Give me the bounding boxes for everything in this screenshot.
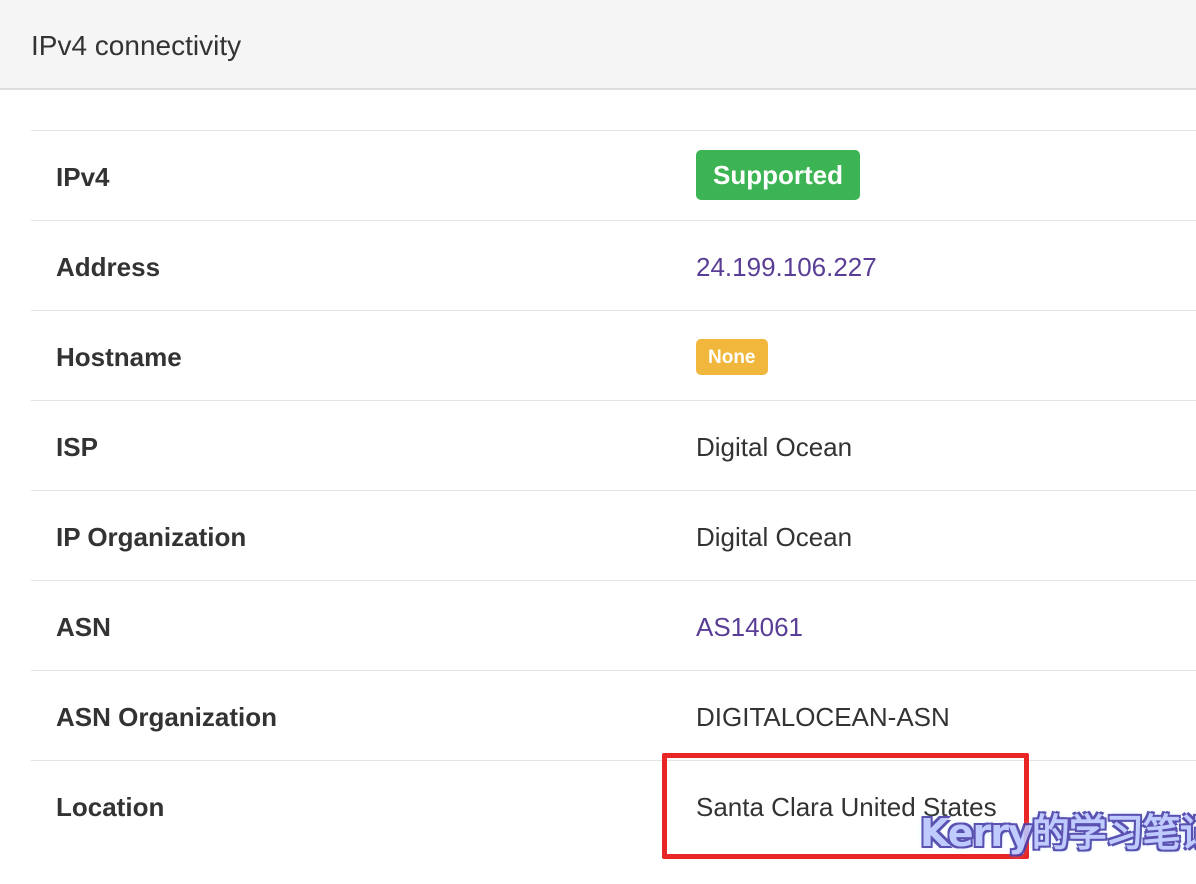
ip-organization-label: IP Organization <box>56 522 247 552</box>
table-row-location: Location Santa Clara United States <box>31 761 1196 850</box>
location-value: Santa Clara United States <box>696 792 997 822</box>
table-row-ipv4: IPv4 Supported <box>31 131 1196 221</box>
hostname-value-cell: None <box>696 311 768 400</box>
asn-value-cell: AS14061 <box>696 581 803 670</box>
ipv4-value-cell: Supported <box>696 131 860 220</box>
ip-organization-value: Digital Ocean <box>696 522 853 552</box>
table-row-asn-organization: ASN Organization DIGITALOCEAN-ASN <box>31 671 1196 761</box>
none-badge: None <box>696 338 768 375</box>
panel-title: IPv4 connectivity <box>0 0 1196 90</box>
ipv4-connectivity-panel: IPv4 connectivity IPv4 Supported Address… <box>0 0 1196 884</box>
address-label: Address <box>56 252 161 282</box>
address-value-cell: 24.199.106.227 <box>696 221 877 310</box>
table-row-address: Address 24.199.106.227 <box>31 221 1196 311</box>
connectivity-table: IPv4 Supported Address 24.199.106.227 Ho… <box>31 130 1196 850</box>
isp-value: Digital Ocean <box>696 432 853 462</box>
hostname-label: Hostname <box>56 342 182 372</box>
isp-label: ISP <box>56 432 98 462</box>
table-row-isp: ISP Digital Ocean <box>31 401 1196 491</box>
asn-link[interactable]: AS14061 <box>696 612 803 643</box>
asn-organization-value: DIGITALOCEAN-ASN <box>696 702 950 732</box>
supported-badge: Supported <box>696 149 860 200</box>
location-label: Location <box>56 792 165 822</box>
table-row-hostname: Hostname None <box>31 311 1196 401</box>
ipv4-label: IPv4 <box>56 162 110 192</box>
asn-organization-label: ASN Organization <box>56 702 278 732</box>
table-row-ip-organization: IP Organization Digital Ocean <box>31 491 1196 581</box>
address-link[interactable]: 24.199.106.227 <box>696 252 877 283</box>
asn-label: ASN <box>56 612 111 642</box>
table-row-asn: ASN AS14061 <box>31 581 1196 671</box>
